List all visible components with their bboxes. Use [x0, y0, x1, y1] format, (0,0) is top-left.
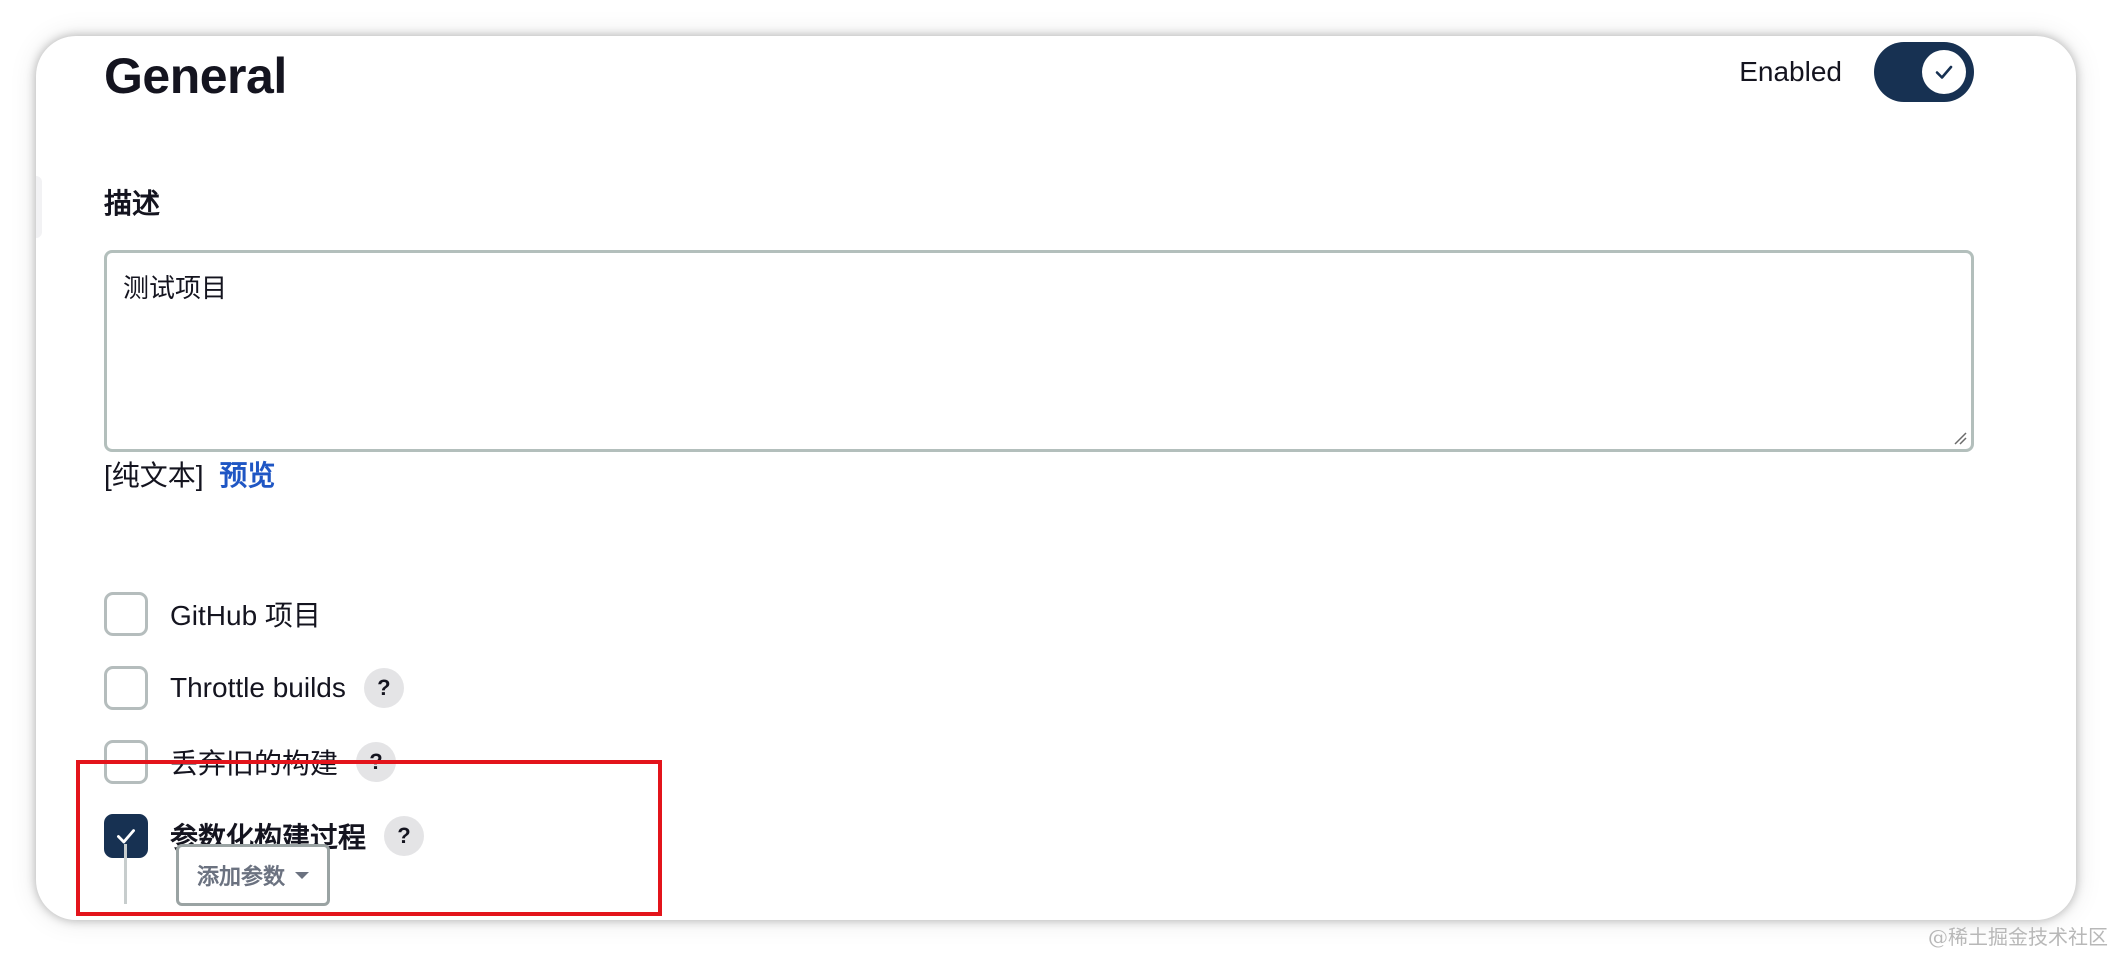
side-edge-tab	[36, 176, 42, 238]
enabled-control: Enabled	[1739, 42, 1974, 102]
description-format-row: [纯文本] 预览	[104, 458, 275, 494]
preview-link[interactable]: 预览	[219, 460, 275, 491]
resize-grip-icon[interactable]	[1953, 431, 1967, 445]
github-project-checkbox[interactable]	[104, 592, 148, 636]
annotation-highlight-box	[76, 760, 662, 916]
throttle-builds-checkbox[interactable]	[104, 666, 148, 710]
page-title: General	[104, 48, 287, 104]
option-throttle-builds: Throttle builds ?	[104, 666, 404, 710]
throttle-builds-label[interactable]: Throttle builds	[170, 672, 346, 704]
description-text: 测试项目	[123, 273, 228, 303]
option-github-project: GitHub 项目	[104, 592, 321, 636]
plain-text-label: [纯文本]	[104, 460, 204, 491]
description-textarea[interactable]: 测试项目	[104, 250, 1974, 452]
description-label: 描述	[104, 188, 161, 219]
toggle-knob	[1922, 50, 1966, 94]
watermark: @稀土掘金技术社区	[1928, 925, 2108, 949]
check-icon	[1935, 65, 1953, 79]
enabled-toggle[interactable]	[1874, 42, 1974, 102]
enabled-label: Enabled	[1739, 56, 1842, 87]
screenshot-stage: General Enabled 描述 测试项目 [纯文本] 预览 GitHub …	[0, 0, 2114, 956]
throttle-builds-help-icon[interactable]: ?	[363, 668, 404, 708]
github-project-label[interactable]: GitHub 项目	[170, 594, 321, 634]
